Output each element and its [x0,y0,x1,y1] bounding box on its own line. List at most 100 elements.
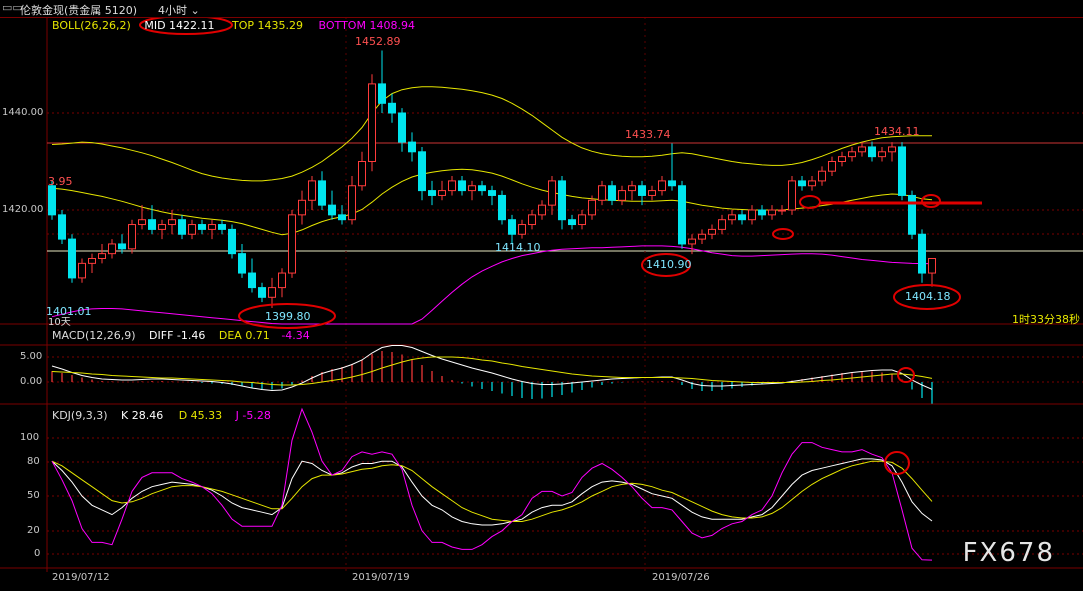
y-tick-1420: 1420.00 [2,204,44,215]
candle-body [208,224,216,230]
macd-legend: MACD(12,26,9) DIFF -1.46 DEA 0.71 -4.34 [52,329,310,342]
kdj-d: D 45.33 [178,409,223,422]
y-tick-1440: 1440.00 [2,107,44,118]
candle-body [698,233,706,240]
candle-body [68,238,76,279]
y-tick-kdj-0: 0 [34,548,41,559]
candle-body [138,219,146,226]
candle-body [398,112,406,143]
candle-body [618,190,626,201]
candle-body [548,180,556,206]
candle-body [488,190,496,196]
candle-body [408,141,416,153]
candle-body [568,219,576,226]
candle-body [518,224,526,235]
left-top-label: 3.95 [48,175,73,188]
kdj-d-line [51,460,933,522]
candle-body [148,219,156,230]
candle-body [528,214,536,226]
candle-body [128,224,136,250]
boll-top-line [51,86,932,182]
candle-body [588,199,596,216]
candle-body [678,185,686,245]
candle-body [288,214,296,274]
period-label: 4小时 [158,4,187,17]
kdj-k: K 28.46 [121,409,164,422]
boll-bottom: BOTTOM 1408.94 [318,19,415,32]
macd-value: -4.34 [281,329,310,342]
date-label-3: 2019/07/26 [652,572,710,583]
kdj-k-line [51,458,933,526]
instrument-title[interactable]: 伦敦金现(贵金属 5120) [20,2,137,18]
candle-body [838,156,846,162]
low-price-label: 1399.80 [265,310,311,323]
macd-panel [51,345,933,404]
candle-body [78,262,86,279]
candle-body [368,83,376,162]
boll-mid: MID 1422.11 [144,19,215,32]
candle-body [558,180,566,221]
candle-body [748,209,756,221]
candle-body [768,209,776,216]
candle-body [98,253,106,259]
candle-body [118,243,126,250]
candle-body [508,219,516,235]
high-price-label: 1452.89 [355,35,401,48]
candle-body [738,214,746,221]
boll-name[interactable]: BOLL(26,26,2) [52,19,131,32]
candle-body [888,146,896,153]
price-label-1414: 1414.10 [495,241,541,254]
kdj-panel [51,407,933,561]
kdj-name[interactable]: KDJ(9,3,3) [52,409,108,422]
candle-body [668,180,676,187]
candle-body [348,185,356,221]
price-label-1410: 1410.90 [646,258,692,271]
candle-body [248,272,256,289]
candle-body [498,194,506,221]
candle-body [198,224,206,230]
candle-body [88,258,96,264]
candle-body [658,180,666,192]
candle-body [268,287,276,298]
candle-body [928,258,936,274]
candle-body [818,170,826,182]
y-tick-kdj-50: 50 [27,490,40,501]
candle-body [238,253,246,274]
candle-body [878,151,886,158]
candle-body [918,233,926,274]
boll-legend: BOLL(26,26,2) MID 1422.11 TOP 1435.29 BO… [52,19,415,32]
candle-body [628,185,636,192]
y-tick-kdj-20: 20 [27,525,40,536]
candle-body [188,224,196,235]
candle-body [428,190,436,196]
candle-body [158,224,166,230]
watermark: FX678 [962,538,1055,568]
period-selector[interactable]: 4小时 ⌄ [158,2,200,18]
chart-stage: ▭▭ 伦敦金现(贵金属 5120) 4小时 ⌄ BOLL(26,26,2) MI… [0,0,1083,588]
candle-body [538,204,546,216]
candle-body [608,185,616,201]
candle-body [898,146,906,196]
candle-body [728,214,736,221]
price-label-1434: 1434.11 [874,125,920,138]
candle-body [778,209,786,212]
mid-touch-ellipse-2 [921,194,941,208]
candle-body [578,214,586,226]
candle-body [688,238,696,245]
candle-body [48,185,56,216]
date-label-1: 2019/07/12 [52,572,110,583]
kdj-j-line [51,407,933,561]
candle-body [308,180,316,201]
macd-name[interactable]: MACD(12,26,9) [52,329,136,342]
candle-body [58,214,66,240]
candle-body [828,161,836,172]
chart-header: ▭▭ 伦敦金现(贵金属 5120) 4小时 ⌄ [0,0,1083,18]
candle-body [908,194,916,235]
candle-body [848,151,856,158]
candle-body [168,219,176,226]
candle-body [638,185,646,196]
boll-bottom-line [51,245,932,325]
candle-body [388,102,396,114]
date-label-2: 2019/07/19 [352,572,410,583]
candle-body [318,180,326,206]
